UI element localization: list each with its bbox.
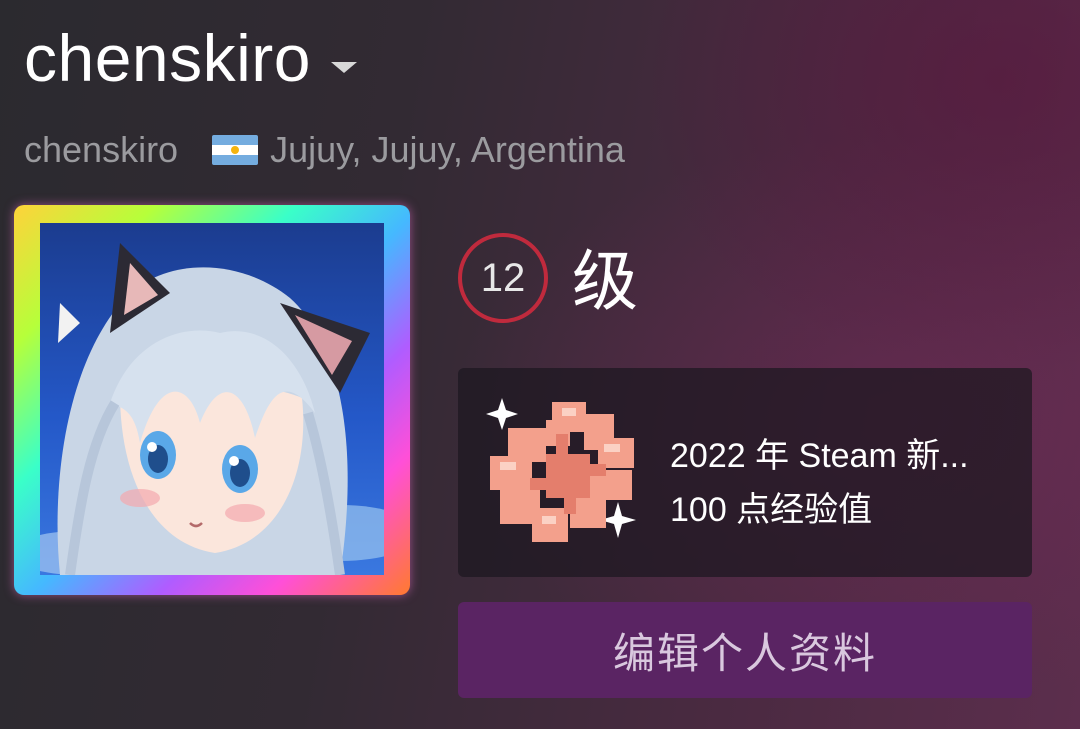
badge-title: 2022 年 Steam 新...	[670, 437, 969, 475]
level-indicator[interactable]: 12 级	[458, 232, 638, 324]
edit-profile-button[interactable]: 编辑个人资料	[458, 602, 1032, 698]
badge-xp: 100 点经验值	[670, 491, 873, 529]
avatar-frame[interactable]	[14, 205, 410, 595]
level-badge[interactable]: 12	[458, 233, 548, 323]
profile-header[interactable]: chenskiro	[24, 16, 357, 100]
chevron-down-icon[interactable]	[330, 61, 357, 73]
featured-badge-card[interactable]: 2022 年 Steam 新... 100 点经验值	[458, 368, 1032, 577]
avatar-image	[40, 243, 384, 575]
avatar[interactable]	[40, 223, 384, 575]
badge-icon	[486, 398, 636, 542]
level-label: 级	[572, 244, 638, 318]
argentina-flag-icon	[212, 135, 259, 165]
location-text: Jujuy, Jujuy, Argentina	[270, 129, 625, 170]
profile-subline: chenskiro Jujuy, Jujuy, Argentina	[24, 126, 625, 174]
profile-display-name[interactable]: chenskiro	[24, 25, 311, 91]
account-name: chenskiro	[24, 129, 179, 170]
